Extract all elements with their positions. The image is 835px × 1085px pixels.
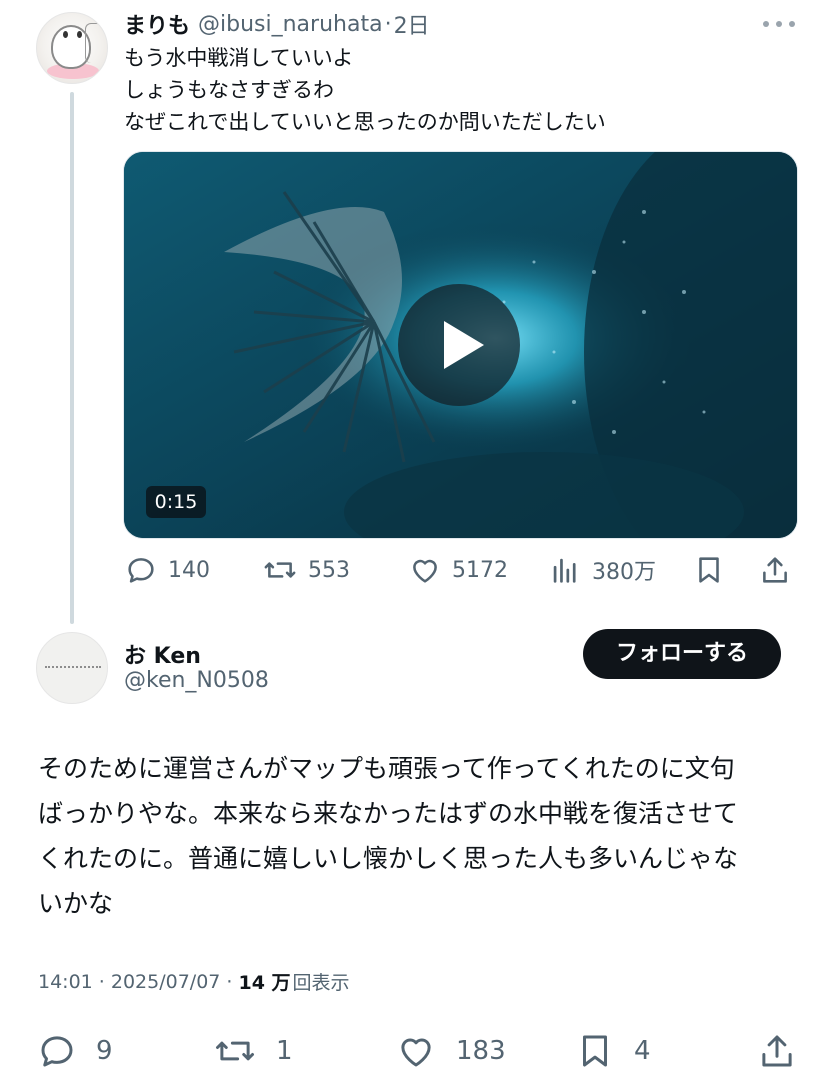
avatar-text xyxy=(45,666,101,670)
avatar-eye xyxy=(77,31,82,38)
parent-header: まりも @ibusi_naruhata · 2日 xyxy=(124,8,430,40)
header-separator: · xyxy=(384,11,392,37)
reply-avatar[interactable] xyxy=(36,632,108,704)
reply-button[interactable]: 9 xyxy=(36,1028,113,1074)
parent-text-line: もう水中戦消していいよ xyxy=(124,46,354,70)
avatar-eye xyxy=(63,31,68,38)
reply-icon xyxy=(128,558,154,583)
play-icon[interactable] xyxy=(398,284,520,406)
reply-text-line: いかな xyxy=(38,889,114,918)
bookmark-button[interactable]: 4 xyxy=(574,1028,651,1074)
tweet-views-count: 14 万 xyxy=(238,972,291,994)
reply-text-line: くれたのに。普通に嬉しいし懐かしく思った人も多いんじゃな xyxy=(38,844,739,873)
like-count: 5172 xyxy=(452,557,508,583)
bookmark-icon xyxy=(699,557,719,583)
like-icon xyxy=(401,1038,431,1067)
parent-text-line: しょうもなさすぎるわ xyxy=(124,78,334,102)
avatar-scribble xyxy=(85,23,103,63)
reply-text-line: そのために運営さんがマップも頑張って作ってくれたのに文句 xyxy=(38,754,735,783)
share-icon xyxy=(763,557,787,583)
bookmark-count: 4 xyxy=(634,1036,651,1066)
like-button[interactable]: 183 xyxy=(394,1028,506,1074)
share-button[interactable] xyxy=(758,548,792,592)
parent-text-line: なぜこれで出していいと思ったのか問いただしたい xyxy=(124,110,606,134)
more-icon[interactable] xyxy=(763,12,795,36)
reply-text-line: ばっかりやな。本来なら来なかったはずの水中戦を復活させて xyxy=(38,799,739,828)
reply-action-bar: 9 1 183 4 xyxy=(36,1028,800,1074)
repost-button[interactable]: 1 xyxy=(212,1028,293,1074)
like-icon xyxy=(413,559,437,583)
share-button[interactable] xyxy=(756,1028,798,1074)
parent-display-name[interactable]: まりも xyxy=(124,8,190,40)
repost-count: 1 xyxy=(276,1036,293,1066)
repost-icon xyxy=(216,1041,254,1061)
reply-icon xyxy=(41,1036,73,1067)
views-count: 380万 xyxy=(592,560,656,585)
parent-text: もう水中戦消していいよ しょうもなさすぎるわ なぜこれで出していいと思ったのか問… xyxy=(124,42,606,138)
thread-line xyxy=(70,92,74,624)
reply-button[interactable]: 140 xyxy=(124,548,210,592)
bookmark-button[interactable] xyxy=(692,548,726,592)
repost-count: 553 xyxy=(308,557,350,583)
reply-handle[interactable]: @ken_N0508 xyxy=(124,668,269,693)
reply-text: そのために運営さんがマップも頑張って作ってくれたのに文句 ばっかりやな。本来なら… xyxy=(38,746,798,926)
parent-action-bar: 140 553 5172 380万 xyxy=(120,548,798,592)
reply-count: 9 xyxy=(96,1036,113,1066)
parent-avatar[interactable] xyxy=(36,12,108,84)
parent-handle[interactable]: @ibusi_naruhata xyxy=(198,12,383,37)
tweet-views-label: 回表示 xyxy=(292,972,350,994)
like-button[interactable]: 5172 xyxy=(408,548,508,592)
views-icon xyxy=(553,558,576,583)
bookmark-icon xyxy=(583,1035,607,1067)
views-button[interactable]: 380万 xyxy=(548,548,656,592)
reply-display-name[interactable]: お Ken xyxy=(124,638,201,670)
repost-icon xyxy=(264,562,296,578)
share-icon xyxy=(762,1035,792,1067)
reply-count: 140 xyxy=(168,557,210,583)
parent-time[interactable]: 2日 xyxy=(394,8,430,40)
video-duration: 0:15 xyxy=(146,486,206,518)
like-count: 183 xyxy=(456,1036,506,1066)
repost-button[interactable]: 553 xyxy=(262,548,350,592)
follow-button[interactable]: フォローする xyxy=(583,629,781,679)
tweet-timestamp[interactable]: 14:01 · 2025/07/07 · xyxy=(38,971,232,993)
tweet-meta: 14:01 · 2025/07/07 · 14 万 回表示 xyxy=(38,968,350,995)
